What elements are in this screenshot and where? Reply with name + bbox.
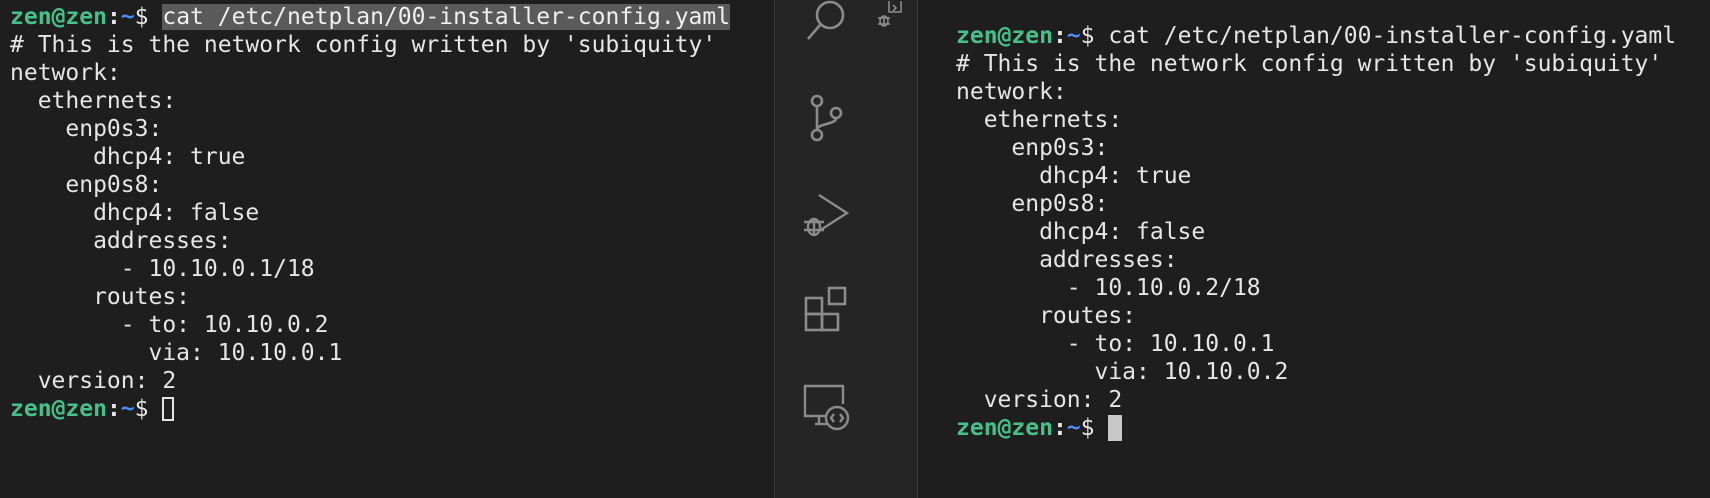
terminal-output-line: - to: 10.10.0.1 — [956, 331, 1275, 357]
run-debug-icon[interactable] — [797, 185, 857, 245]
terminal-output-line: version: 2 — [956, 387, 1123, 413]
debug-console-icon[interactable] — [875, 0, 907, 30]
terminal-prompt-line: zen@zen:~$ — [956, 414, 1710, 442]
terminal-prompt-line: zen@zen:~$ — [10, 395, 774, 423]
terminal-output-line: routes: — [956, 303, 1137, 329]
prompt-user: zen@zen — [10, 4, 107, 30]
prompt-user: zen@zen — [956, 415, 1053, 441]
terminal-output-line: # This is the network config written by … — [956, 51, 1663, 77]
terminal-command[interactable]: cat /etc/netplan/00-installer-config.yam… — [1108, 23, 1676, 49]
terminal-output-line: addresses: — [956, 247, 1178, 273]
terminal-command-line: zen@zen:~$ cat /etc/netplan/00-installer… — [956, 22, 1710, 50]
prompt-user: zen@zen — [10, 396, 107, 422]
right-terminal[interactable]: zen@zen:~$ cat /etc/netplan/00-installer… — [918, 0, 1710, 498]
prompt-path: ~ — [1066, 23, 1081, 49]
prompt-colon: : — [1052, 415, 1067, 441]
extensions-icon[interactable] — [797, 280, 857, 340]
terminal-output-line: ethernets: — [10, 88, 177, 114]
terminal-output-line: enp0s3: — [956, 135, 1109, 161]
prompt-dollar: $ — [134, 396, 163, 422]
terminal-command-line: zen@zen:~$ cat /etc/netplan/00-installer… — [10, 3, 774, 31]
terminal-output-line: network: — [956, 79, 1067, 105]
terminal-output-line: - 10.10.0.1/18 — [10, 256, 315, 282]
terminal-output-line: enp0s3: — [10, 116, 163, 142]
prompt-dollar: $ — [134, 4, 163, 30]
prompt-colon: : — [106, 396, 121, 422]
search-icon[interactable] — [797, 0, 857, 52]
terminal-output-line: dhcp4: false — [956, 219, 1206, 245]
terminal-output-line: ethernets: — [956, 107, 1123, 133]
terminal-output-line: network: — [10, 60, 121, 86]
terminal-output-line: dhcp4: true — [956, 163, 1192, 189]
prompt-dollar: $ — [1080, 23, 1109, 49]
terminal-output-line: dhcp4: true — [10, 144, 246, 170]
prompt-path: ~ — [120, 4, 135, 30]
prompt-path: ~ — [120, 396, 135, 422]
terminal-cursor — [162, 397, 175, 421]
terminal-output-line: enp0s8: — [10, 172, 163, 198]
terminal-output-line: version: 2 — [10, 368, 177, 394]
prompt-dollar: $ — [1080, 415, 1109, 441]
prompt-user: zen@zen — [956, 23, 1053, 49]
terminal-output-line: via: 10.10.0.2 — [956, 359, 1289, 385]
screen: zen@zen:~$ cat /etc/netplan/00-installer… — [0, 0, 1710, 498]
terminal-output-line: - 10.10.0.2/18 — [956, 275, 1261, 301]
terminal-output-line: # This is the network config written by … — [10, 32, 717, 58]
prompt-path: ~ — [1066, 415, 1081, 441]
prompt-colon: : — [1052, 23, 1067, 49]
terminal-command[interactable]: cat /etc/netplan/00-installer-config.yam… — [162, 4, 731, 30]
terminal-output-line: routes: — [10, 284, 191, 310]
activity-bar — [774, 0, 918, 498]
terminal-output-line: via: 10.10.0.1 — [10, 340, 343, 366]
terminal-output-line: enp0s8: — [956, 191, 1109, 217]
source-control-icon[interactable] — [797, 88, 857, 148]
terminal-cursor — [1108, 415, 1123, 441]
prompt-colon: : — [106, 4, 121, 30]
remote-explorer-icon[interactable] — [797, 378, 857, 438]
terminal-output-line: addresses: — [10, 228, 232, 254]
left-terminal[interactable]: zen@zen:~$ cat /etc/netplan/00-installer… — [0, 0, 774, 498]
terminal-output-line: dhcp4: false — [10, 200, 260, 226]
terminal-output-line: - to: 10.10.0.2 — [10, 312, 329, 338]
